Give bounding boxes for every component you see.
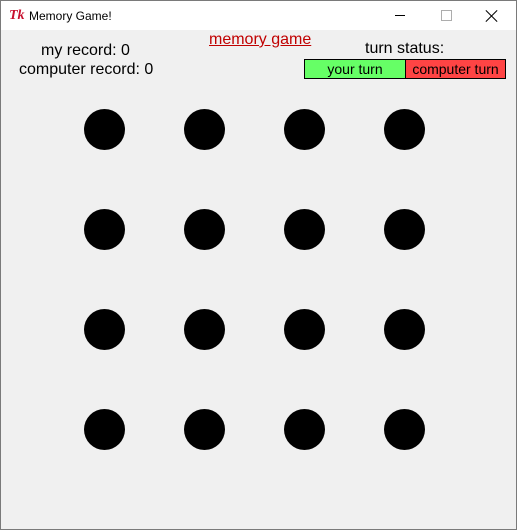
minimize-button[interactable]	[377, 1, 423, 30]
maximize-button[interactable]	[423, 1, 469, 30]
game-dot[interactable]	[284, 109, 325, 150]
my-record-label: my record: 0	[41, 42, 130, 59]
game-dot[interactable]	[84, 209, 125, 250]
game-dot[interactable]	[184, 309, 225, 350]
game-dot[interactable]	[384, 309, 425, 350]
game-canvas: my record: 0 computer record: 0 memory g…	[1, 30, 516, 529]
maximize-icon	[440, 10, 452, 21]
computer-record-label: computer record: 0	[19, 61, 154, 78]
your-turn-indicator: your turn	[304, 59, 406, 79]
computer-turn-indicator: computer turn	[405, 59, 506, 79]
game-dot[interactable]	[384, 409, 425, 450]
game-dot[interactable]	[284, 309, 325, 350]
close-button[interactable]	[469, 1, 515, 30]
close-icon	[486, 10, 498, 22]
tk-logo-icon: Tk	[9, 7, 25, 23]
game-dot[interactable]	[84, 309, 125, 350]
game-dot[interactable]	[384, 109, 425, 150]
game-dot[interactable]	[184, 109, 225, 150]
title-bar[interactable]: Tk Memory Game!	[1, 1, 516, 30]
game-title-link[interactable]: memory game	[209, 31, 311, 49]
game-dot[interactable]	[384, 209, 425, 250]
turn-status-label: turn status:	[365, 40, 445, 57]
game-dot[interactable]	[184, 209, 225, 250]
game-dot[interactable]	[184, 409, 225, 450]
app-window: Tk Memory Game! my record: 0 computer re…	[0, 0, 517, 530]
game-dot[interactable]	[84, 409, 125, 450]
window-title: Memory Game!	[29, 8, 112, 23]
game-dot[interactable]	[84, 109, 125, 150]
game-dot[interactable]	[284, 409, 325, 450]
minimize-icon	[395, 15, 405, 16]
game-dot[interactable]	[284, 209, 325, 250]
